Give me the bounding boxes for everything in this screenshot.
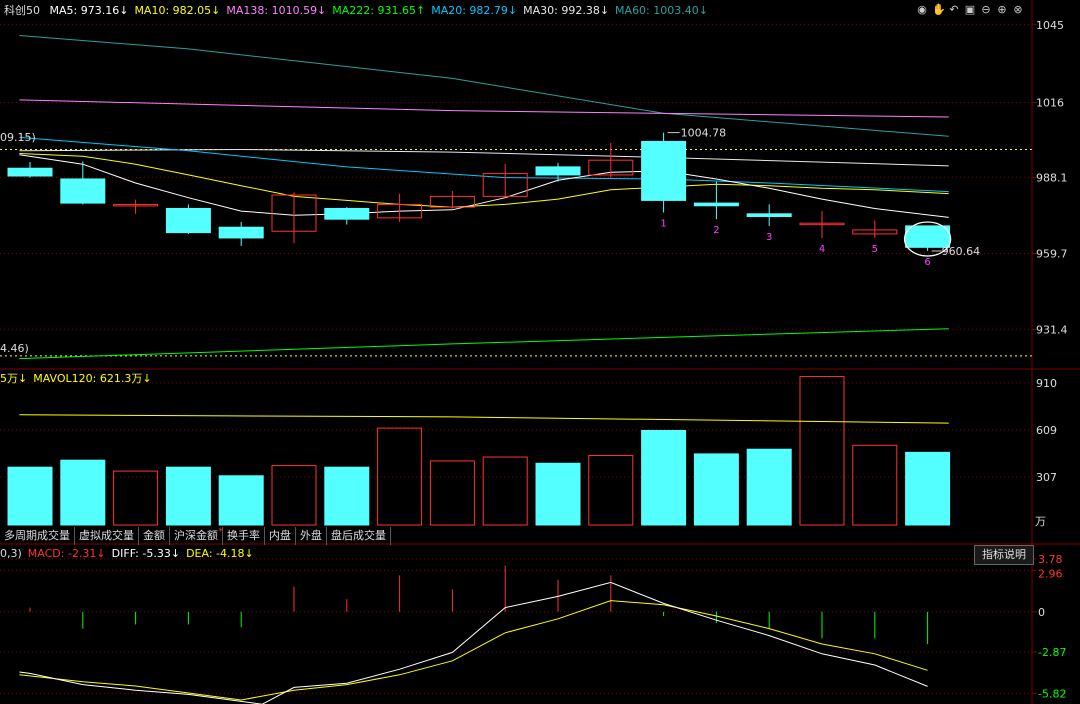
macd-axis-label: -2.87 <box>1038 646 1066 659</box>
symbol-label: 科创50 <box>4 4 40 17</box>
price-legend: 科创50 MA5: 973.16↓ MA10: 982.05↓ MA138: 101… <box>4 4 714 18</box>
volume-tab-strip: 多周期成交量虚拟成交量金额沪深金额换手率内盘外盘盘后成交量 <box>0 523 391 545</box>
ma-line-ma222 <box>19 328 949 360</box>
tab-5[interactable]: 内盘 <box>265 527 296 545</box>
price-axis-label: 931.4 <box>1036 323 1068 336</box>
volume-bar-up <box>588 454 634 526</box>
left-edge-label: 09.15) <box>0 131 36 144</box>
volume-bar-down <box>7 466 53 526</box>
chart-toolbar: ◉ ✋ ↶ ▣ ⊖ ⊕ ⊗ <box>916 4 1024 16</box>
volume-bar-down <box>746 448 792 526</box>
volume-legend: 5万↓ MAVOL120: 621.3万↓ <box>0 372 158 386</box>
price-axis-label: 1045 <box>1036 19 1064 32</box>
hand-icon[interactable]: ✋ <box>932 4 946 16</box>
ma-line-ma20 <box>19 136 949 193</box>
candle-number-label: 6 <box>924 257 930 268</box>
eye-icon[interactable]: ◉ <box>916 4 928 16</box>
volume-axis-label: 307 <box>1036 471 1057 484</box>
left-edge-label: 4.46) <box>0 342 29 355</box>
tab-7[interactable]: 盘后成交量 <box>327 527 391 545</box>
ma-legend-item: MA222: 931.65↑ <box>332 4 426 17</box>
volume-bar-down <box>535 462 581 526</box>
candle-down <box>693 202 739 207</box>
ma-legend-item: MA10: 982.05↓ <box>134 4 221 17</box>
volume-bar-up <box>852 444 898 526</box>
macd-axis-label: 3.78 <box>1038 553 1063 566</box>
volume-bar-up <box>799 376 845 526</box>
indicator-help-button[interactable]: 指标说明 <box>974 545 1034 565</box>
volume-bar-down <box>165 466 211 526</box>
volume-axis-label: 609 <box>1036 424 1057 437</box>
price-axis-label: 1016 <box>1036 97 1064 110</box>
candle-number-label: 3 <box>766 232 772 243</box>
plus-icon[interactable]: ⊕ <box>996 4 1008 16</box>
candle-down <box>7 167 53 177</box>
volume-bar-down <box>693 453 739 526</box>
volume-legend-item: 5万↓ <box>0 372 28 385</box>
volume-bar-down <box>218 475 264 526</box>
candle-number-label: 4 <box>819 244 825 255</box>
macd-legend-item: DIFF: -5.33↓ <box>111 547 181 560</box>
volume-bar-up <box>482 456 528 526</box>
volume-bar-down <box>60 459 106 526</box>
candle-down <box>324 207 370 220</box>
ma-legend-item: MA138: 1010.59↓ <box>226 4 327 17</box>
ma-line-ma60 <box>19 35 949 137</box>
ma-line-ma5 <box>19 154 949 218</box>
high-marker-label: 1004.78 <box>681 127 727 140</box>
tab-1[interactable]: 虚拟成交量 <box>75 527 139 545</box>
candle-down <box>535 166 581 176</box>
volume-bar-up <box>271 465 317 526</box>
tab-0[interactable]: 多周期成交量 <box>0 527 75 545</box>
price-axis-label: 959.7 <box>1036 248 1068 261</box>
candle-down <box>60 178 106 204</box>
candle-down <box>218 226 264 239</box>
tab-3[interactable]: 沪深金额 <box>170 523 223 545</box>
ma-legend-item: MA60: 1003.40↓ <box>615 4 708 17</box>
price-axis-label: 988.1 <box>1036 171 1068 184</box>
lock-icon[interactable]: ▣ <box>964 4 976 16</box>
minus-icon[interactable]: ⊖ <box>980 4 992 16</box>
candle-down <box>165 207 211 234</box>
candle-number-label: 5 <box>872 244 878 255</box>
volume-bar-down <box>641 429 687 526</box>
macd-axis-label: 2.96 <box>1038 567 1063 580</box>
volume-legend-item: MAVOL120: 621.3万↓ <box>33 372 152 385</box>
tab-2[interactable]: 金额 <box>139 527 170 545</box>
close-icon[interactable]: ⊗ <box>1012 4 1024 16</box>
macd-axis-label: -5.82 <box>1038 687 1066 700</box>
ma-line-ma30 <box>19 148 949 167</box>
macd-legend: 0,3) MACD: -2.31↓ DIFF: -5.33↓ DEA: -4.18↓ <box>0 547 260 561</box>
ma-legend-item: MA30: 992.38↓ <box>523 4 610 17</box>
candle-down <box>641 140 687 201</box>
kline-chart[interactable]: 10451016988.1959.7931.4910609307万3.782.9… <box>0 0 1080 704</box>
volume-bar-down <box>324 466 370 526</box>
undo-icon[interactable]: ↶ <box>948 4 960 16</box>
volume-unit-label: 万 <box>1035 515 1046 528</box>
macd-legend-item: MACD: -2.31↓ <box>27 547 106 560</box>
ma-legend-item: MA5: 973.16↓ <box>49 4 129 17</box>
candle-down <box>746 213 792 217</box>
ma-legend-item: MA20: 982.79↓ <box>431 4 518 17</box>
macd-axis-label: 0 <box>1038 606 1045 619</box>
candle-number-label: 2 <box>713 225 719 236</box>
candle-number-label: 1 <box>660 218 666 229</box>
macd-legend-item: 0,3) <box>0 547 22 560</box>
tab-6[interactable]: 外盘 <box>296 527 327 545</box>
diff-line <box>19 581 928 704</box>
volume-bar-up <box>429 460 475 526</box>
volume-bar-down <box>905 451 951 526</box>
dea-line <box>19 600 928 701</box>
tab-4[interactable]: 换手率 <box>223 527 265 545</box>
macd-legend-item: DEA: -4.18↓ <box>186 547 254 560</box>
volume-axis-label: 910 <box>1036 377 1057 390</box>
mavol120-line <box>19 414 949 424</box>
volume-bar-up <box>113 470 159 526</box>
